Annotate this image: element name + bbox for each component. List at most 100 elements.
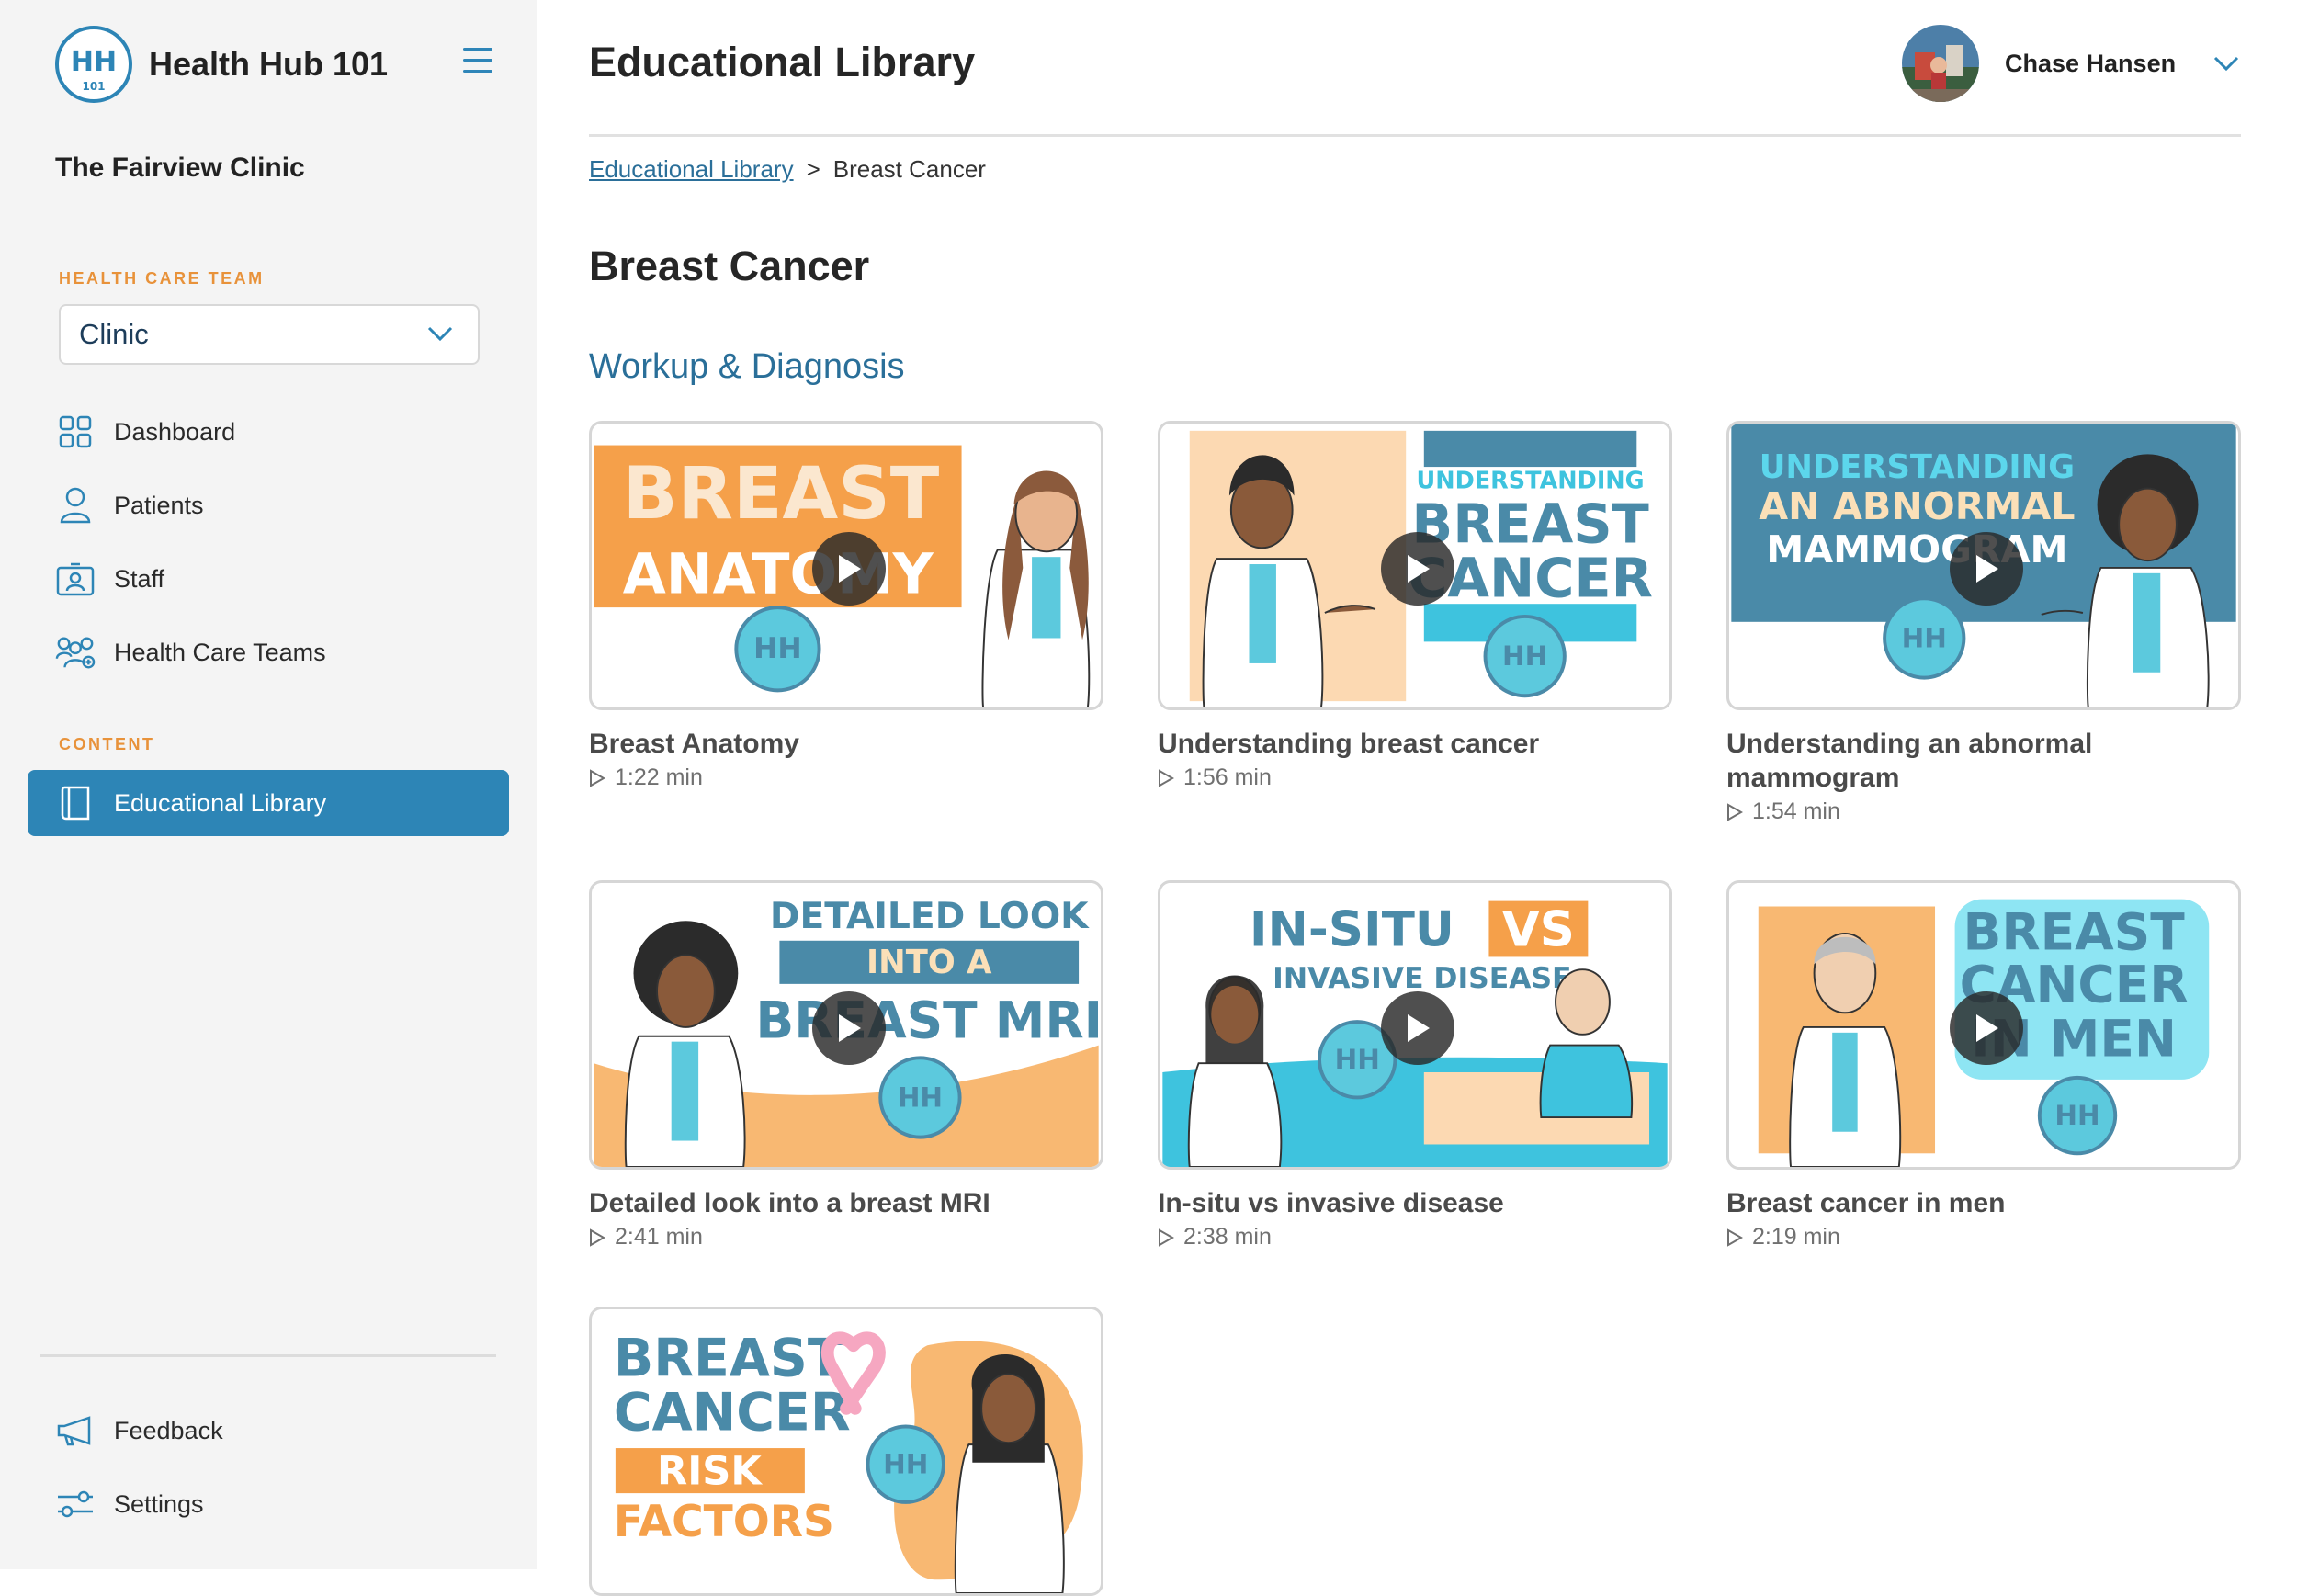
section-title: Workup & Diagnosis bbox=[589, 347, 905, 386]
video-title: Breast Anatomy bbox=[589, 729, 799, 759]
video-duration: 2:41 min bbox=[589, 1224, 1103, 1251]
page-title: Breast Cancer bbox=[589, 243, 870, 289]
video-duration: 1:22 min bbox=[589, 764, 1103, 791]
play-outline-icon bbox=[1727, 802, 1743, 821]
sliders-icon bbox=[55, 1484, 96, 1524]
video-duration-text: 1:54 min bbox=[1752, 798, 1840, 824]
sidebar-item-label: Staff bbox=[114, 564, 165, 593]
svg-text:FACTORS: FACTORS bbox=[614, 1497, 834, 1547]
breadcrumb-current: Breast Cancer bbox=[832, 155, 986, 183]
video-duration-text: 1:56 min bbox=[1183, 764, 1272, 790]
video-card[interactable]: UNDERSTANDING AN ABNORMAL MAMMOGRAM HH U… bbox=[1726, 421, 2241, 825]
clinic-name: The Fairview Clinic bbox=[55, 153, 305, 183]
sidebar-item-label: Health Care Teams bbox=[114, 638, 326, 666]
svg-text:INTO A: INTO A bbox=[866, 944, 992, 981]
svg-text:HH: HH bbox=[1335, 1044, 1380, 1075]
person-icon bbox=[55, 485, 96, 526]
svg-text:HH: HH bbox=[898, 1081, 943, 1113]
megaphone-icon bbox=[55, 1410, 96, 1451]
breadcrumb: Educational Library > Breast Cancer bbox=[589, 155, 986, 184]
sidebar-item-label: Feedback bbox=[114, 1416, 223, 1444]
breadcrumb-link-educational-library[interactable]: Educational Library bbox=[589, 155, 794, 184]
video-duration: 1:54 min bbox=[1726, 798, 2241, 825]
svg-text:ANATOMY: ANATOMY bbox=[623, 542, 934, 606]
svg-text:INVASIVE DISEASE: INVASIVE DISEASE bbox=[1273, 962, 1571, 995]
breadcrumb-separator: > bbox=[806, 155, 820, 183]
play-outline-icon bbox=[590, 768, 605, 787]
sidebar-item-dashboard[interactable]: Dashboard bbox=[28, 399, 509, 465]
svg-text:BREAST MRI: BREAST MRI bbox=[755, 991, 1101, 1050]
svg-text:IN-SITU: IN-SITU bbox=[1250, 902, 1454, 958]
video-thumbnail[interactable]: BREAST ANATOMY HH bbox=[589, 421, 1103, 710]
svg-text:CANCER: CANCER bbox=[614, 1382, 851, 1443]
svg-text:AN ABNORMAL: AN ABNORMAL bbox=[1759, 484, 2075, 528]
play-button-icon[interactable] bbox=[1950, 532, 2023, 606]
video-card[interactable]: IN-SITU VS INVASIVE DISEASE HH In-situ v… bbox=[1158, 880, 1672, 1251]
svg-text:BREAST: BREAST bbox=[623, 451, 940, 536]
svg-text:HH: HH bbox=[1902, 622, 1947, 653]
sidebar-item-staff[interactable]: Staff bbox=[28, 546, 509, 612]
video-title: Understanding an abnormal mammogram bbox=[1726, 729, 2093, 793]
header-divider bbox=[589, 134, 2241, 137]
team-select-value: Clinic bbox=[79, 318, 149, 350]
sidebar-item-patients[interactable]: Patients bbox=[28, 472, 509, 538]
svg-text:BREAST: BREAST bbox=[614, 1329, 843, 1389]
video-card[interactable]: DETAILED LOOK INTO A BREAST MRI HH Detai… bbox=[589, 880, 1103, 1251]
svg-text:HH: HH bbox=[883, 1449, 928, 1480]
team-select[interactable]: Clinic bbox=[59, 304, 480, 365]
id-badge-icon bbox=[55, 559, 96, 599]
video-card[interactable]: BREAST CANCER RISK FACTORS HH bbox=[589, 1307, 1103, 1596]
video-thumbnail[interactable]: UNDERSTANDING BREAST CANCER HH bbox=[1158, 421, 1672, 710]
sidebar-item-label: Dashboard bbox=[114, 417, 236, 446]
play-outline-icon bbox=[1727, 1228, 1743, 1247]
sidebar-item-label: Patients bbox=[114, 491, 204, 519]
video-duration-text: 2:41 min bbox=[615, 1224, 703, 1250]
header-title: Educational Library bbox=[589, 39, 976, 85]
video-card[interactable]: BREAST ANATOMY HH Breast Anatomy 1:22 mi… bbox=[589, 421, 1103, 791]
play-button-icon[interactable] bbox=[1381, 991, 1454, 1065]
menu-toggle-icon[interactable] bbox=[463, 48, 496, 75]
play-button-icon[interactable] bbox=[812, 991, 886, 1065]
sidebar-item-settings[interactable]: Settings bbox=[28, 1471, 509, 1537]
team-icon bbox=[55, 632, 96, 673]
avatar bbox=[1902, 25, 1979, 102]
play-button-icon[interactable] bbox=[812, 532, 886, 606]
grid-icon bbox=[55, 412, 96, 452]
video-duration-text: 2:38 min bbox=[1183, 1224, 1272, 1250]
svg-text:UNDERSTANDING: UNDERSTANDING bbox=[1417, 468, 1645, 495]
play-outline-icon bbox=[590, 1228, 605, 1247]
video-thumbnail[interactable]: BREAST CANCER RISK FACTORS HH bbox=[589, 1307, 1103, 1596]
sidebar-item-health-care-teams[interactable]: Health Care Teams bbox=[28, 619, 509, 685]
book-icon bbox=[55, 783, 96, 823]
sidebar-item-feedback[interactable]: Feedback bbox=[28, 1398, 509, 1464]
health-hub-logo-icon: HH 101 bbox=[55, 26, 132, 103]
video-title: Detailed look into a breast MRI bbox=[589, 1188, 990, 1218]
play-button-icon[interactable] bbox=[1381, 532, 1454, 606]
video-duration: 2:38 min bbox=[1158, 1224, 1672, 1251]
sidebar-item-label: Educational Library bbox=[114, 788, 327, 817]
video-card[interactable]: UNDERSTANDING BREAST CANCER HH Understan… bbox=[1158, 421, 1672, 791]
video-title: Understanding breast cancer bbox=[1158, 729, 1540, 759]
health-care-team-label: HEALTH CARE TEAM bbox=[59, 269, 265, 288]
video-thumbnail[interactable]: UNDERSTANDING AN ABNORMAL MAMMOGRAM HH bbox=[1726, 421, 2241, 710]
play-button-icon[interactable] bbox=[1950, 991, 2023, 1065]
video-thumbnail[interactable]: IN-SITU VS INVASIVE DISEASE HH bbox=[1158, 880, 1672, 1170]
svg-text:RISK: RISK bbox=[657, 1448, 763, 1494]
svg-text:HH: HH bbox=[753, 632, 802, 665]
video-duration: 2:19 min bbox=[1726, 1224, 2241, 1251]
svg-text:DETAILED LOOK: DETAILED LOOK bbox=[770, 896, 1090, 937]
sidebar-divider bbox=[40, 1354, 496, 1357]
brand[interactable]: HH 101 Health Hub 101 bbox=[53, 24, 388, 105]
thumbnail-art: BREAST CANCER RISK FACTORS HH bbox=[594, 1309, 1099, 1593]
video-thumbnail[interactable]: DETAILED LOOK INTO A BREAST MRI HH bbox=[589, 880, 1103, 1170]
video-duration: 1:56 min bbox=[1158, 764, 1672, 791]
svg-text:HH: HH bbox=[71, 46, 117, 78]
sidebar-item-educational-library[interactable]: Educational Library bbox=[28, 770, 509, 836]
svg-text:UNDERSTANDING: UNDERSTANDING bbox=[1760, 448, 2075, 486]
video-thumbnail[interactable]: BREAST CANCER IN MEN HH bbox=[1726, 880, 2241, 1170]
user-menu[interactable]: Chase Hansen bbox=[1902, 25, 2240, 102]
video-duration-text: 2:19 min bbox=[1752, 1224, 1840, 1250]
chevron-down-icon bbox=[427, 326, 453, 342]
video-card[interactable]: BREAST CANCER IN MEN HH Breast cancer in… bbox=[1726, 880, 2241, 1251]
play-outline-icon bbox=[1159, 768, 1174, 787]
